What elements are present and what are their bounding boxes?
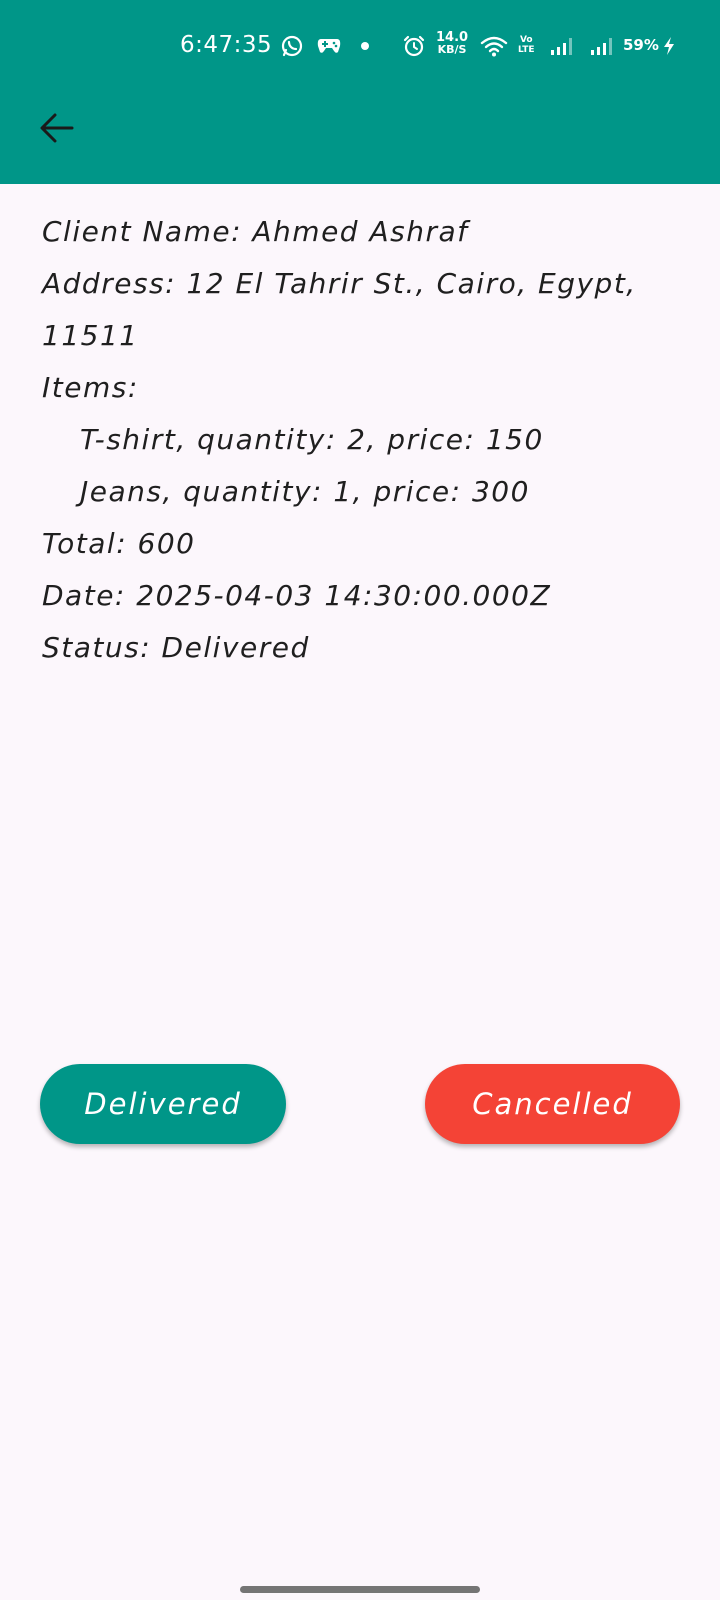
volte-bottom: LTE <box>518 45 535 55</box>
status-line: Status: Delivered <box>42 631 310 664</box>
wifi-icon <box>480 34 508 62</box>
cancelled-button[interactable]: Cancelled <box>425 1064 680 1144</box>
order-details: Client Name: Ahmed Ashraf Address: 12 El… <box>42 206 682 674</box>
alarm-icon <box>402 34 426 62</box>
arrow-left-icon <box>38 112 74 144</box>
signal-icon <box>590 36 616 60</box>
status-bar: 6:47:35 14.0 KB/S Vo LTE 59% <box>0 28 720 68</box>
delivered-button[interactable]: Delivered <box>40 1064 286 1144</box>
dot-icon <box>361 42 369 50</box>
home-indicator[interactable] <box>240 1586 480 1593</box>
net-speed-unit: KB/S <box>437 43 467 56</box>
items-label: Items: <box>42 371 139 404</box>
list-item: Jeans, quantity: 1, price: 300 <box>80 475 530 508</box>
gamepad-icon <box>316 34 342 60</box>
charging-icon <box>662 36 676 60</box>
signal-icon <box>550 36 576 60</box>
client-name-line: Client Name: Ahmed Ashraf <box>42 215 469 248</box>
address-line-continued: 11511 <box>42 319 139 352</box>
address-line: Address: 12 El Tahrir St., Cairo, Egypt, <box>42 267 637 300</box>
battery-level: 59% <box>623 36 659 54</box>
volte-indicator: Vo LTE <box>518 35 535 55</box>
status-time: 6:47:35 <box>180 32 273 58</box>
net-speed: 14.0 KB/S <box>436 31 468 56</box>
back-button[interactable] <box>30 104 82 152</box>
whatsapp-icon <box>280 34 304 62</box>
app-bar: 6:47:35 14.0 KB/S Vo LTE 59% <box>0 0 720 184</box>
total-line: Total: 600 <box>42 527 196 560</box>
list-item: T-shirt, quantity: 2, price: 150 <box>80 423 544 456</box>
date-line: Date: 2025-04-03 14:30:00.000Z <box>42 579 552 612</box>
volte-top: Vo <box>519 35 533 45</box>
